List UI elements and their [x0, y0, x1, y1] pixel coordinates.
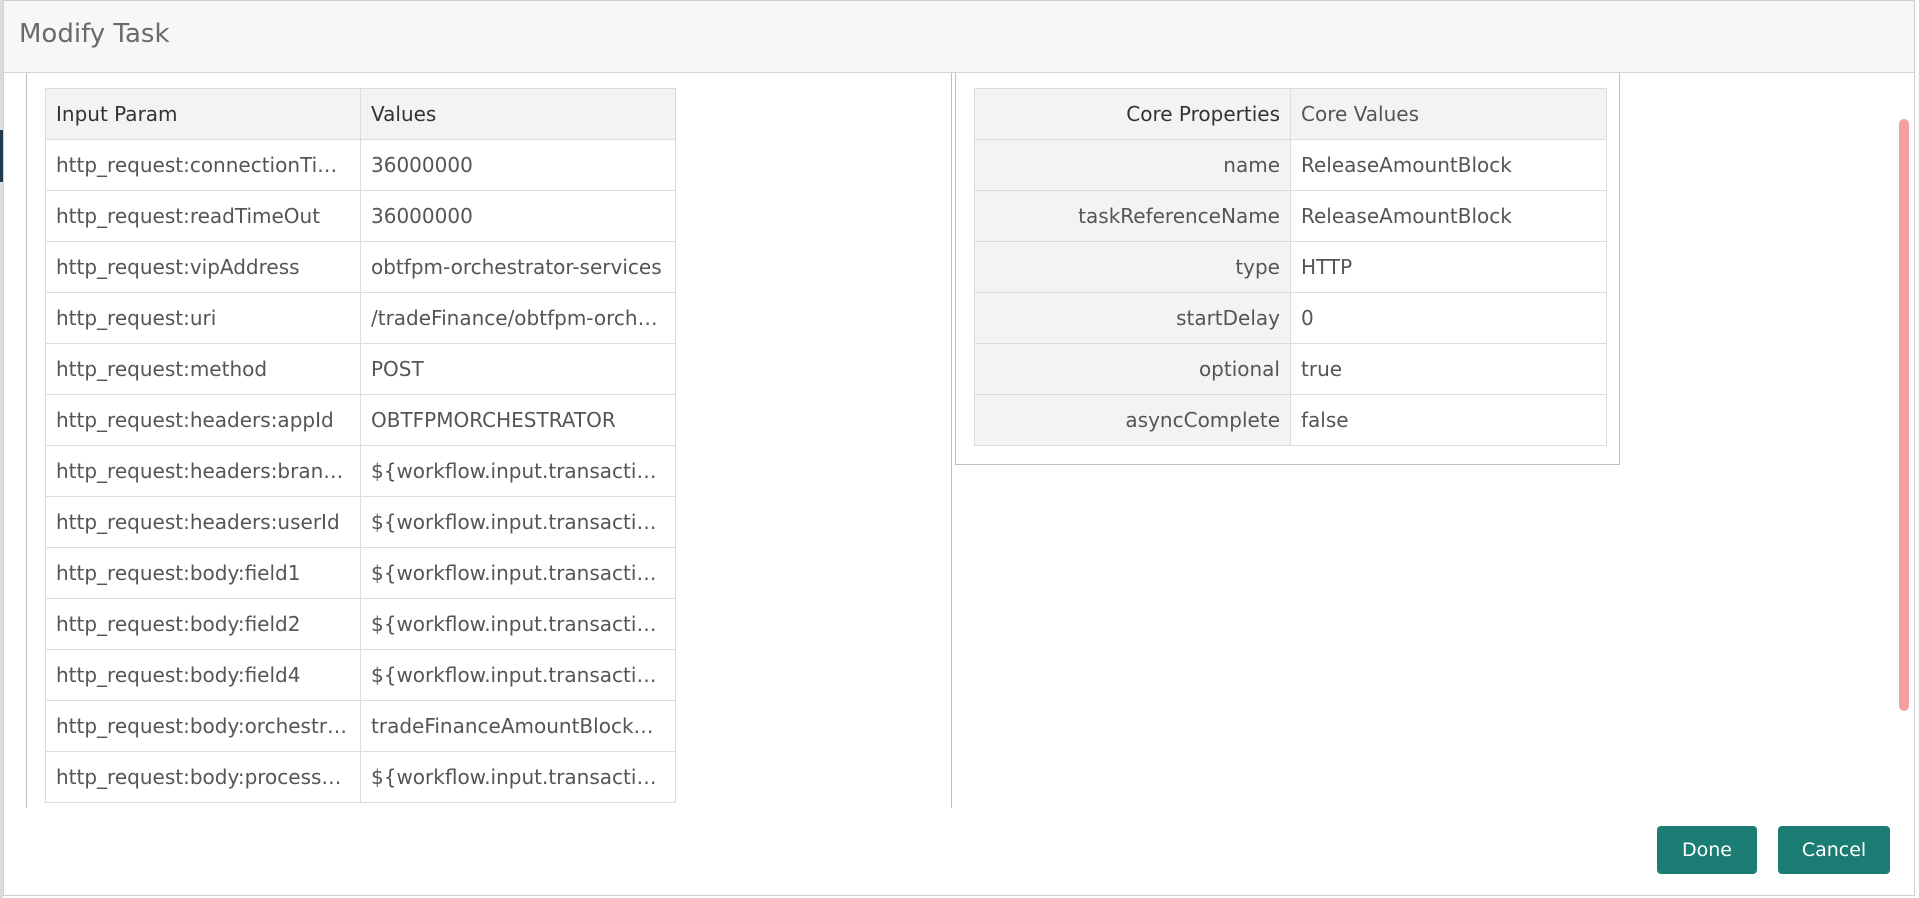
param-name-cell: http_request:method [45, 343, 361, 395]
param-name-cell: http_request:body:orchestrator [45, 700, 361, 752]
done-button[interactable]: Done [1657, 826, 1757, 874]
param-value-cell[interactable]: ${workflow.input.transaction... [360, 751, 676, 803]
core-property-value-cell[interactable]: 0 [1290, 292, 1607, 344]
param-value-cell[interactable]: obtfpm-orchestrator-services [360, 241, 676, 293]
table-row[interactable]: name ReleaseAmountBlock [974, 139, 1607, 191]
dialog-header: Modify Task [4, 1, 1914, 73]
param-value-cell[interactable]: /tradeFinance/obtfpm-orches... [360, 292, 676, 344]
column-header-input-param: Input Param [45, 88, 361, 140]
core-property-value-cell[interactable]: ReleaseAmountBlock [1290, 139, 1607, 191]
table-row[interactable]: taskReferenceName ReleaseAmountBlock [974, 190, 1607, 242]
param-value-cell[interactable]: POST [360, 343, 676, 395]
param-name-cell: http_request:body:field2 [45, 598, 361, 650]
core-property-value-cell[interactable]: false [1290, 394, 1607, 446]
table-row[interactable]: http_request:headers:appId OBTFPMORCHESTR… [45, 394, 676, 446]
scrollbar-thumb[interactable] [1899, 119, 1909, 711]
param-name-cell: http_request:uri [45, 292, 361, 344]
table-row[interactable]: startDelay 0 [974, 292, 1607, 344]
core-properties-panel: Core Properties Core Values name ReleaseA… [955, 73, 1620, 465]
core-property-name-cell: startDelay [974, 292, 1291, 344]
table-row[interactable]: http_request:body:processCode ${workflow.… [45, 751, 676, 803]
param-value-cell[interactable]: ${workflow.input.transaction... [360, 598, 676, 650]
core-property-name-cell: optional [974, 343, 1291, 395]
table-row[interactable]: http_request:headers:userId ${workflow.in… [45, 496, 676, 548]
table-row[interactable]: http_request:uri/tradeFinance/obtfpm-orc… [45, 292, 676, 344]
param-name-cell: http_request:readTimeOut [45, 190, 361, 242]
table-header-row: Core Properties Core Values [974, 88, 1607, 140]
param-value-cell[interactable]: ${workflow.input.transaction... [360, 547, 676, 599]
param-name-cell: http_request:body:field1 [45, 547, 361, 599]
column-header-values: Values [360, 88, 676, 140]
param-name-cell: http_request:headers:branchC... [45, 445, 361, 497]
core-property-value-cell[interactable]: true [1290, 343, 1607, 395]
table-row[interactable]: http_request:body:orchestrator tradeFinan… [45, 700, 676, 752]
param-name-cell: http_request:body:processCode [45, 751, 361, 803]
table-row[interactable]: http_request:vipAddress obtfpm-orchestrat… [45, 241, 676, 293]
param-value-cell[interactable]: 36000000 [360, 139, 676, 191]
param-value-cell[interactable]: ${workflow.input.transaction... [360, 649, 676, 701]
param-value-cell[interactable]: 36000000 [360, 190, 676, 242]
table-row[interactable]: http_request:body:field4 ${workflow.input… [45, 649, 676, 701]
core-property-name-cell: type [974, 241, 1291, 293]
param-value-cell[interactable]: ${workflow.input.transaction... [360, 445, 676, 497]
core-property-name-cell: asyncComplete [974, 394, 1291, 446]
param-name-cell: http_request:body:field4 [45, 649, 361, 701]
input-params-panel: Input Param Values http_request:connecti… [26, 73, 952, 808]
core-property-value-cell[interactable]: HTTP [1290, 241, 1607, 293]
core-property-value-cell[interactable]: ReleaseAmountBlock [1290, 190, 1607, 242]
param-value-cell[interactable]: OBTFPMORCHESTRATOR [360, 394, 676, 446]
column-header-core-properties: Core Properties [974, 88, 1291, 140]
core-property-name-cell: name [974, 139, 1291, 191]
param-name-cell: http_request:vipAddress [45, 241, 361, 293]
table-row[interactable]: optional true [974, 343, 1607, 395]
column-header-core-values: Core Values [1290, 88, 1607, 140]
table-row[interactable]: http_request:body:field1 ${workflow.input… [45, 547, 676, 599]
param-name-cell: http_request:headers:userId [45, 496, 361, 548]
table-row[interactable]: http_request:body:field2 ${workflow.input… [45, 598, 676, 650]
core-properties-table: Core Properties Core Values name ReleaseA… [974, 88, 1607, 446]
modify-task-dialog: Modify Task Input Param Values http_requ… [3, 0, 1915, 896]
param-value-cell[interactable]: ${workflow.input.transaction... [360, 496, 676, 548]
table-row[interactable]: http_request:headers:branchC... ${workflo… [45, 445, 676, 497]
table-row[interactable]: http_request:connectionTime... 36000000 [45, 139, 676, 191]
table-row[interactable]: asyncComplete false [974, 394, 1607, 446]
table-header-row: Input Param Values [45, 88, 676, 140]
core-property-name-cell: taskReferenceName [974, 190, 1291, 242]
dialog-title: Modify Task [19, 19, 170, 49]
param-name-cell: http_request:headers:appId [45, 394, 361, 446]
table-row[interactable]: http_request:method POST [45, 343, 676, 395]
param-value-cell[interactable]: tradeFinanceAmountBlockClo... [360, 700, 676, 752]
table-row[interactable]: http_request:readTimeOut 36000000 [45, 190, 676, 242]
table-row[interactable]: type HTTP [974, 241, 1607, 293]
cancel-button[interactable]: Cancel [1778, 826, 1890, 874]
input-params-table: Input Param Values http_request:connecti… [45, 88, 676, 803]
param-name-cell: http_request:connectionTime... [45, 139, 361, 191]
